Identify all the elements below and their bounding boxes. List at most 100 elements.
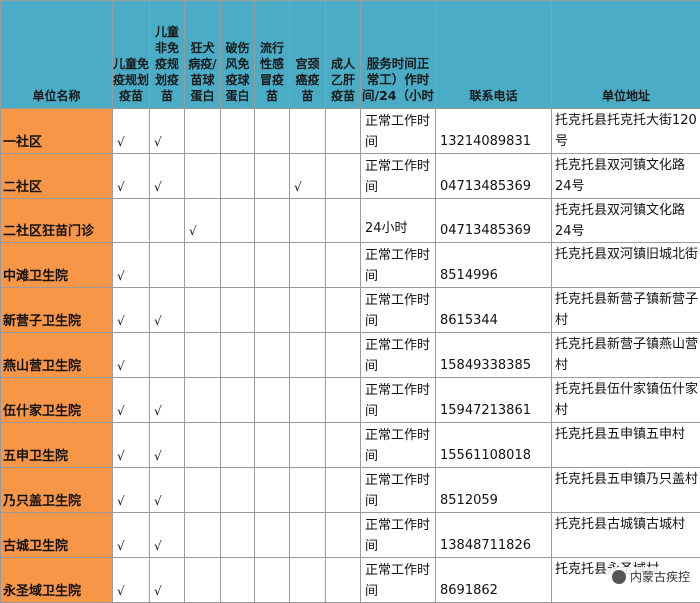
mark-c6: √ (290, 154, 326, 199)
service-hours: 正常工作时间 (361, 154, 436, 199)
site-name: 五申卫生院 (1, 423, 113, 468)
mark-c1: √ (113, 288, 150, 333)
mark-c3 (185, 333, 221, 378)
header-tetanus: 破伤风免疫球蛋白 (221, 1, 255, 109)
mark-c6 (290, 468, 326, 513)
mark-c1: √ (113, 243, 150, 288)
mark-c1: √ (113, 154, 150, 199)
service-hours: 正常工作时间 (361, 333, 436, 378)
header-address: 单位地址 (552, 1, 700, 109)
mark-c2: √ (150, 513, 185, 558)
mark-c4 (221, 243, 255, 288)
watermark-text: 内蒙古疾控 (630, 568, 690, 585)
mark-c4 (221, 154, 255, 199)
mark-c6 (290, 109, 326, 154)
header-child-non-nip: 儿童非免疫规划疫苗 (150, 1, 185, 109)
mark-c6 (290, 333, 326, 378)
mark-c3 (185, 468, 221, 513)
mark-c4 (221, 333, 255, 378)
header-name: 单位名称 (1, 1, 113, 109)
service-hours: 正常工作时间 (361, 243, 436, 288)
mark-c3 (185, 558, 221, 603)
site-name: 伍什家卫生院 (1, 378, 113, 423)
mark-c4 (221, 378, 255, 423)
phone-number: 04713485369 (436, 154, 552, 199)
mark-c7 (326, 154, 361, 199)
mark-c2: √ (150, 288, 185, 333)
site-address: 托克托县五申镇五申村 (552, 423, 700, 468)
phone-number: 04713485369 (436, 199, 552, 243)
mark-c2 (150, 333, 185, 378)
mark-c3 (185, 423, 221, 468)
mark-c5 (255, 378, 290, 423)
header-hours: 服务时间正常工）作时间/24（小时 (361, 1, 436, 109)
mark-c3 (185, 513, 221, 558)
site-address: 托克托县双河镇文化路24号 (552, 154, 700, 199)
mark-c5 (255, 513, 290, 558)
mark-c5 (255, 468, 290, 513)
mark-c5 (255, 558, 290, 603)
mark-c6 (290, 513, 326, 558)
service-hours: 正常工作时间 (361, 468, 436, 513)
site-name: 燕山营卫生院 (1, 333, 113, 378)
phone-number: 8512059 (436, 468, 552, 513)
mark-c4 (221, 513, 255, 558)
site-address: 托克托县新营子镇新营子村 (552, 288, 700, 333)
phone-number: 8514996 (436, 243, 552, 288)
site-address: 托克托县托克托大街120号 (552, 109, 700, 154)
mark-c6 (290, 199, 326, 243)
phone-number: 8615344 (436, 288, 552, 333)
header-rabies: 狂犬病疫/苗球蛋白 (185, 1, 221, 109)
table-row: 永圣域卫生院 √ √ 正常工作时间 8691862 托克托县永圣域村 (1, 558, 700, 603)
vaccination-sites-table: 单位名称 儿童免疫规划疫苗 儿童非免疫规划疫苗 狂犬病疫/苗球蛋白 破伤风免疫球… (0, 0, 700, 603)
phone-number: 13848711826 (436, 513, 552, 558)
mark-c1 (113, 199, 150, 243)
mark-c3 (185, 109, 221, 154)
mark-c3 (185, 288, 221, 333)
mark-c6 (290, 558, 326, 603)
mark-c7 (326, 378, 361, 423)
mark-c2: √ (150, 109, 185, 154)
table-row: 二社区 √ √ √ 正常工作时间 04713485369 托克托县双河镇文化路2… (1, 154, 700, 199)
mark-c4 (221, 109, 255, 154)
header-child-nip: 儿童免疫规划疫苗 (113, 1, 150, 109)
table-row: 五申卫生院 √ √ 正常工作时间 15561108018 托克托县五申镇五申村 (1, 423, 700, 468)
mark-c7 (326, 288, 361, 333)
mark-c5 (255, 288, 290, 333)
mark-c4 (221, 199, 255, 243)
mark-c1: √ (113, 558, 150, 603)
mark-c7 (326, 558, 361, 603)
mark-c5 (255, 423, 290, 468)
mark-c3: √ (185, 199, 221, 243)
watermark: 内蒙古疾控 (606, 567, 696, 586)
phone-number: 8691862 (436, 558, 552, 603)
table-row: 新营子卫生院 √ √ 正常工作时间 8615344 托克托县新营子镇新营子村 (1, 288, 700, 333)
mark-c2: √ (150, 468, 185, 513)
site-name: 古城卫生院 (1, 513, 113, 558)
mark-c2: √ (150, 423, 185, 468)
header-adult-hepb: 成人乙肝疫苗 (326, 1, 361, 109)
service-hours: 正常工作时间 (361, 378, 436, 423)
mark-c6 (290, 423, 326, 468)
mark-c5 (255, 333, 290, 378)
site-name: 新营子卫生院 (1, 288, 113, 333)
site-address: 托克托县新营子镇燕山营村 (552, 333, 700, 378)
site-address: 托克托县双河镇文化路24号 (552, 199, 700, 243)
mark-c7 (326, 468, 361, 513)
table-row: 一社区 √ √ 正常工作时间 13214089831 托克托县托克托大街120号 (1, 109, 700, 154)
mark-c3 (185, 378, 221, 423)
mark-c2: √ (150, 154, 185, 199)
mark-c6 (290, 243, 326, 288)
header-phone: 联系电话 (436, 1, 552, 109)
mark-c1: √ (113, 468, 150, 513)
mark-c2: √ (150, 378, 185, 423)
mark-c1: √ (113, 109, 150, 154)
mark-c5 (255, 243, 290, 288)
header-row: 单位名称 儿童免疫规划疫苗 儿童非免疫规划疫苗 狂犬病疫/苗球蛋白 破伤风免疫球… (1, 1, 700, 109)
mark-c1: √ (113, 513, 150, 558)
mark-c2: √ (150, 558, 185, 603)
mark-c2 (150, 199, 185, 243)
mark-c7 (326, 199, 361, 243)
mark-c1: √ (113, 378, 150, 423)
table-row: 乃只盖卫生院 √ √ 正常工作时间 8512059 托克托县五申镇乃只盖村 (1, 468, 700, 513)
